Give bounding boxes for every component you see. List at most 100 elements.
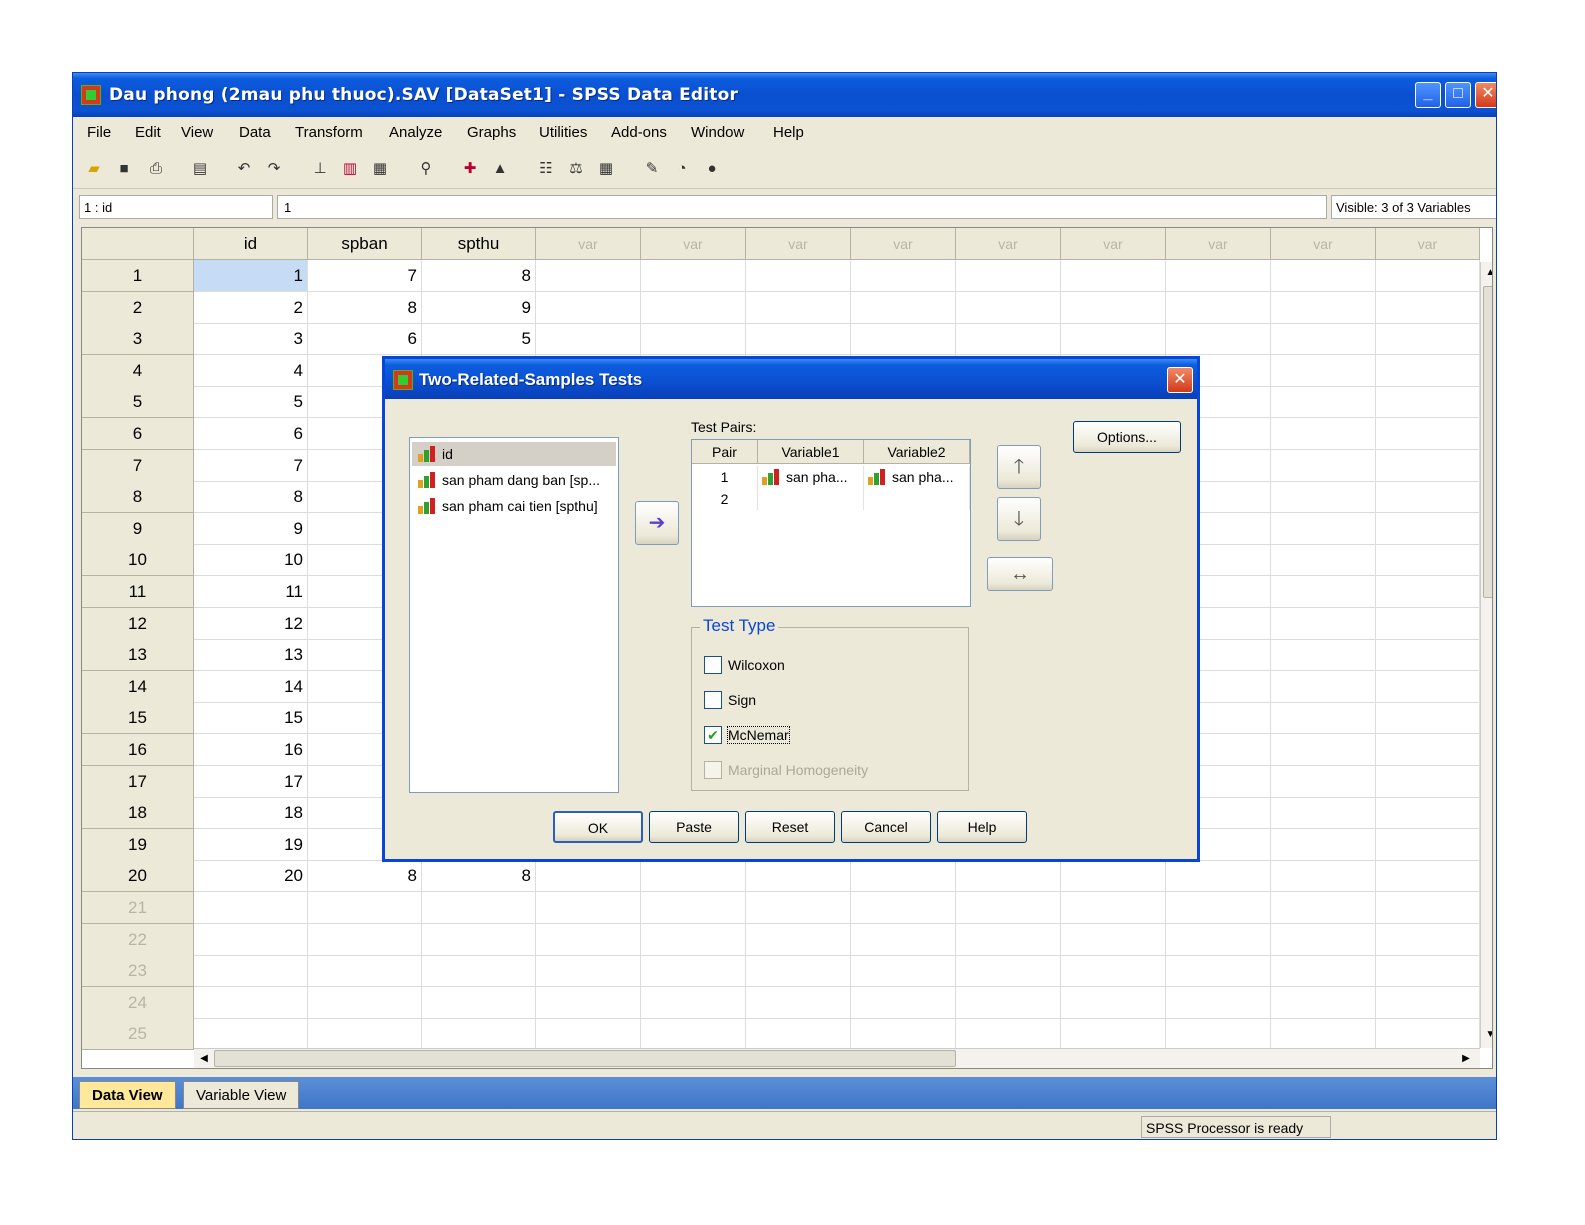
print-icon[interactable]: ⎙ <box>145 159 167 179</box>
variable-item[interactable]: id <box>412 442 616 466</box>
undo-icon[interactable]: ↶ <box>233 159 255 179</box>
row-header[interactable]: 2 <box>82 292 194 324</box>
data-cell[interactable] <box>851 892 956 924</box>
data-cell[interactable]: 1 <box>194 260 308 292</box>
insert-variable-icon[interactable]: ▲ <box>489 159 511 179</box>
data-cell[interactable] <box>1166 892 1271 924</box>
dialog-close-button[interactable]: ✕ <box>1167 367 1193 393</box>
data-cell[interactable] <box>1061 292 1166 324</box>
select-cases-icon[interactable]: ▦ <box>595 159 617 179</box>
move-to-pairs-button[interactable]: ➔ <box>635 501 679 545</box>
data-cell[interactable] <box>422 987 536 1019</box>
data-cell[interactable] <box>641 924 746 956</box>
sign-checkbox[interactable] <box>704 691 722 709</box>
data-cell[interactable] <box>422 955 536 987</box>
data-cell[interactable] <box>1376 418 1480 450</box>
data-cell[interactable] <box>746 955 851 987</box>
row-header[interactable]: 6 <box>82 418 194 450</box>
data-cell[interactable] <box>1376 671 1480 703</box>
close-button[interactable]: ✕ <box>1475 82 1496 108</box>
data-cell[interactable] <box>536 860 641 892</box>
row-header[interactable]: 1 <box>82 260 194 292</box>
data-cell[interactable]: 9 <box>194 513 308 545</box>
data-cell[interactable] <box>956 860 1061 892</box>
data-cell[interactable] <box>1376 355 1480 387</box>
data-cell[interactable] <box>641 1018 746 1050</box>
data-cell[interactable] <box>1271 924 1376 956</box>
data-cell[interactable] <box>536 892 641 924</box>
menu-data[interactable]: Data <box>239 124 271 141</box>
data-cell[interactable] <box>1061 924 1166 956</box>
insert-cases-icon[interactable]: ✚ <box>459 159 481 179</box>
data-cell[interactable] <box>308 892 422 924</box>
goto-case-icon[interactable]: ⊥ <box>309 159 331 179</box>
data-cell[interactable] <box>641 260 746 292</box>
data-cell[interactable] <box>1271 260 1376 292</box>
data-cell[interactable] <box>308 987 422 1019</box>
open-folder-icon[interactable]: ▰ <box>83 159 105 179</box>
row-header[interactable]: 19 <box>82 829 194 861</box>
data-cell[interactable]: 15 <box>194 702 308 734</box>
row-header[interactable]: 15 <box>82 702 194 734</box>
data-cell[interactable] <box>1376 450 1480 482</box>
data-cell[interactable] <box>1271 671 1376 703</box>
data-cell[interactable]: 11 <box>194 576 308 608</box>
data-cell[interactable] <box>851 924 956 956</box>
menu-add-ons[interactable]: Add-ons <box>611 124 667 141</box>
tab-data-view[interactable]: Data View <box>79 1081 176 1109</box>
data-cell[interactable] <box>1166 260 1271 292</box>
data-cell[interactable]: 20 <box>194 860 308 892</box>
data-cell[interactable] <box>1376 481 1480 513</box>
data-cell[interactable] <box>536 1018 641 1050</box>
data-cell[interactable] <box>746 987 851 1019</box>
menu-edit[interactable]: Edit <box>135 124 161 141</box>
data-cell[interactable] <box>1166 1018 1271 1050</box>
data-cell[interactable] <box>1166 860 1271 892</box>
column-header-var[interactable]: var <box>1061 228 1166 260</box>
options-button[interactable]: Options... <box>1073 421 1181 453</box>
data-cell[interactable] <box>851 260 956 292</box>
row-header[interactable]: 25 <box>82 1018 194 1050</box>
row-header[interactable]: 7 <box>82 450 194 482</box>
data-cell[interactable] <box>1166 955 1271 987</box>
data-cell[interactable] <box>1376 797 1480 829</box>
wilcoxon-checkbox[interactable] <box>704 656 722 674</box>
pair-variable2[interactable] <box>864 488 970 510</box>
row-header[interactable]: 5 <box>82 386 194 418</box>
data-cell[interactable] <box>1376 924 1480 956</box>
weight-cases-icon[interactable]: ⚖ <box>565 159 587 179</box>
data-cell[interactable]: 12 <box>194 608 308 640</box>
data-cell[interactable] <box>422 1018 536 1050</box>
data-cell[interactable] <box>1061 323 1166 355</box>
row-header[interactable]: 17 <box>82 766 194 798</box>
data-cell[interactable] <box>1271 418 1376 450</box>
row-header[interactable]: 14 <box>82 671 194 703</box>
ok-button[interactable]: OK <box>553 811 643 843</box>
cell-value-input[interactable]: 1 <box>277 195 1327 219</box>
data-cell[interactable] <box>308 1018 422 1050</box>
data-cell[interactable] <box>1376 829 1480 861</box>
data-cell[interactable] <box>536 260 641 292</box>
column-header-var[interactable]: var <box>641 228 746 260</box>
data-cell[interactable]: 8 <box>308 292 422 324</box>
data-cell[interactable] <box>1376 1018 1480 1050</box>
data-cell[interactable] <box>851 987 956 1019</box>
data-cell[interactable] <box>641 892 746 924</box>
menu-file[interactable]: File <box>87 124 111 141</box>
row-header[interactable]: 4 <box>82 355 194 387</box>
data-cell[interactable] <box>1271 702 1376 734</box>
data-cell[interactable] <box>956 292 1061 324</box>
row-header[interactable]: 23 <box>82 955 194 987</box>
data-cell[interactable] <box>1271 829 1376 861</box>
data-cell[interactable]: 17 <box>194 766 308 798</box>
data-cell[interactable] <box>851 860 956 892</box>
data-cell[interactable] <box>746 292 851 324</box>
marginal-homogeneity-checkbox[interactable] <box>704 761 722 779</box>
swap-variables-button[interactable]: ↔ <box>987 557 1053 591</box>
horizontal-scrollbar[interactable]: ◀ ▶ <box>194 1048 1480 1068</box>
data-cell[interactable] <box>194 987 308 1019</box>
data-cell[interactable] <box>641 987 746 1019</box>
data-cell[interactable] <box>1376 734 1480 766</box>
data-cell[interactable] <box>1376 323 1480 355</box>
menu-window[interactable]: Window <box>691 124 744 141</box>
